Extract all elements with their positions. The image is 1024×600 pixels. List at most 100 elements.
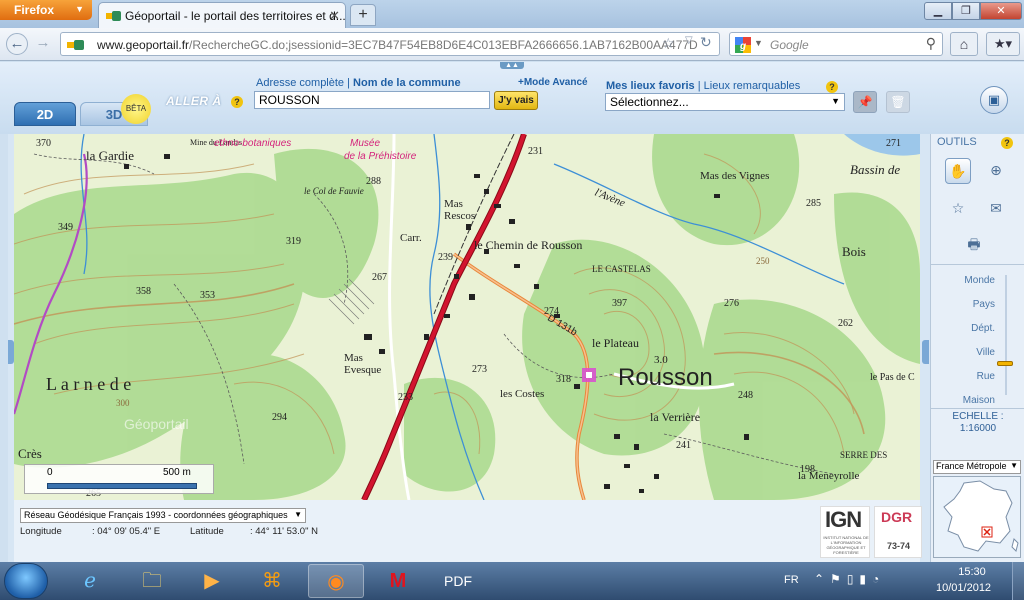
close-icon[interactable]: ✕ xyxy=(329,8,340,24)
scale-zero: 0 xyxy=(47,467,53,478)
window-minimize-button[interactable]: ▁ xyxy=(924,2,952,20)
echelle-value: 1:16000 xyxy=(959,423,997,434)
adresse-complete-link[interactable]: Adresse complète xyxy=(256,77,344,89)
dgr-logo[interactable]: DGR 73-74 xyxy=(874,506,922,558)
pan-hand-icon[interactable]: ✋ xyxy=(945,158,971,184)
new-tab-button[interactable]: + xyxy=(350,4,376,26)
system-tray-icons[interactable]: ⌃⚑▯▮◔ xyxy=(814,572,885,586)
show-desktop-button[interactable] xyxy=(1012,562,1024,600)
search-icon[interactable]: ⚲ xyxy=(926,35,936,52)
clock-date[interactable]: 10/01/2012 xyxy=(936,582,991,594)
overview-minimap[interactable] xyxy=(933,476,1021,558)
back-button[interactable]: ← xyxy=(6,33,28,55)
window-restore-button[interactable]: ❐ xyxy=(952,2,980,20)
window-close-button[interactable]: ✕ xyxy=(980,2,1022,20)
zoom-level-maison[interactable]: Maison xyxy=(931,395,995,406)
elevation-label: 370 xyxy=(36,138,51,149)
ign-logo[interactable]: IGN INSTITUT NATIONAL DE L'INFORMATION G… xyxy=(820,506,870,558)
elevation-label: 248 xyxy=(738,390,753,401)
map-label-cres: Crès xyxy=(18,446,42,461)
map-label-col-fauvie: le Col de Fauvie xyxy=(304,186,364,196)
map-label-plateau: le Plateau xyxy=(592,336,639,350)
clock-time[interactable]: 15:30 xyxy=(952,566,992,578)
map-label-mas-vignes: Mas des Vignes xyxy=(700,170,770,182)
language-indicator[interactable]: FR xyxy=(784,574,799,586)
zoom-slider-thumb[interactable] xyxy=(997,361,1013,366)
latitude-label: Latitude xyxy=(190,526,224,537)
elevation-label: 267 xyxy=(372,272,387,283)
network-app-icon[interactable]: ⌘ xyxy=(244,564,300,598)
window-display-icon[interactable]: ▣ xyxy=(980,86,1008,114)
pdf-document-icon[interactable]: PDF xyxy=(430,564,486,598)
zoom-level-rue[interactable]: Rue xyxy=(931,371,995,382)
forward-button[interactable]: → xyxy=(32,33,54,55)
zoom-level-monde[interactable]: Monde xyxy=(931,275,995,286)
url-domain: www.geoportail.fr xyxy=(97,38,190,52)
bookmarks-menu-button[interactable]: ★▾ xyxy=(986,32,1020,56)
nom-commune-link[interactable]: Nom de la commune xyxy=(353,77,461,89)
outils-panel: OUTILS ? ✋ ⊕ ☆ ✉ 🖶 Monde Pays Dépt. Vill… xyxy=(930,134,1024,562)
chevron-down-icon[interactable]: ▼ xyxy=(754,38,763,48)
place-search-input[interactable] xyxy=(254,91,490,109)
firefox-menu-button[interactable]: Firefox ▼ xyxy=(0,0,92,20)
help-icon[interactable]: ? xyxy=(826,81,838,93)
right-panel-toggle[interactable] xyxy=(922,340,929,364)
trash-icon[interactable]: 🗑 xyxy=(886,91,910,113)
mes-lieux-favoris-link[interactable]: Mes lieux favoris xyxy=(606,80,695,92)
browser-tab-geoportail[interactable]: Géoportail - le portail des territoires … xyxy=(98,2,346,28)
pin-icon[interactable]: 📌 xyxy=(853,91,877,113)
region-value: France Métropole xyxy=(936,461,1007,471)
reload-icon[interactable]: ↻ xyxy=(700,34,712,51)
zoom-level-scale[interactable]: Monde Pays Dépt. Ville Rue Maison xyxy=(931,264,1024,406)
history-dropdown-icon[interactable]: ▽ xyxy=(685,35,693,46)
firefox-icon[interactable]: ◉ xyxy=(308,564,364,598)
topographic-map[interactable]: la Gardie Mine du Landas ethno-botanique… xyxy=(14,134,920,500)
elevation-label: 233 xyxy=(398,392,413,403)
map-watermark: Géoportail xyxy=(124,416,189,432)
print-icon[interactable]: 🖶 xyxy=(961,232,987,258)
site-identity-icon[interactable] xyxy=(67,39,85,51)
firefox-menu-label: Firefox xyxy=(14,3,55,17)
search-bar[interactable]: g ▼ Google ⚲ xyxy=(729,32,943,56)
coordinates-panel: Réseau Géodésique Français 1993 - coordo… xyxy=(14,500,922,562)
mail-icon[interactable]: ✉ xyxy=(983,196,1009,222)
go-button[interactable]: J'y vais xyxy=(494,91,538,110)
projection-value: Réseau Géodésique Français 1993 - coordo… xyxy=(24,510,288,520)
elevation-label: 349 xyxy=(58,222,73,233)
url-bar[interactable]: www.geoportail.fr/RechercheGC.do;jsessio… xyxy=(60,32,720,56)
star-icon[interactable]: ☆ xyxy=(945,196,971,222)
beta-badge: BÊTA xyxy=(121,94,151,124)
lieux-remarquables-link[interactable]: Lieux remarquables xyxy=(704,80,801,92)
windows-start-button[interactable] xyxy=(4,563,48,599)
browser-titlebar: Firefox ▼ Géoportail - le portail des te… xyxy=(0,0,1024,28)
map-label-mas-rescos: Mas Rescos xyxy=(444,198,476,222)
media-player-icon[interactable]: ▶ xyxy=(184,564,240,598)
geoportail-favicon xyxy=(106,11,121,21)
longitude-value: : 04° 09' 05.4" E xyxy=(92,526,161,537)
zoom-level-pays[interactable]: Pays xyxy=(931,299,995,310)
search-placeholder: Google xyxy=(770,38,809,52)
internet-explorer-icon[interactable]: ℯ xyxy=(62,564,118,598)
mcafee-icon[interactable]: M xyxy=(370,564,426,598)
zoom-level-dept[interactable]: Dépt. xyxy=(931,323,995,334)
elevation-label: 231 xyxy=(528,146,543,157)
chevron-down-icon: ▼ xyxy=(1010,461,1018,470)
tab-2d[interactable]: 2D xyxy=(14,102,76,126)
favoris-select[interactable]: Sélectionnez... ▼ xyxy=(605,93,845,111)
google-icon[interactable]: g xyxy=(735,37,751,53)
bookmark-star-icon[interactable]: ☆ xyxy=(662,35,675,52)
region-select[interactable]: France Métropole ▼ xyxy=(933,460,1021,474)
zoom-level-ville[interactable]: Ville xyxy=(931,347,995,358)
chevron-down-icon: ▼ xyxy=(831,96,840,106)
zoom-track[interactable] xyxy=(1005,275,1007,395)
help-icon[interactable]: ? xyxy=(1001,137,1013,149)
collapse-header-icon[interactable]: ▲▲ xyxy=(500,62,524,69)
home-button[interactable]: ⌂ xyxy=(950,32,978,56)
folder-icon[interactable]: 🗀 xyxy=(124,564,180,598)
projection-select[interactable]: Réseau Géodésique Français 1993 - coordo… xyxy=(20,508,306,523)
help-icon[interactable]: ? xyxy=(231,96,243,108)
zoom-box-icon[interactable]: ⊕ xyxy=(983,158,1009,184)
elevation-label: 273 xyxy=(472,364,487,375)
mode-avance-link[interactable]: +Mode Avancé xyxy=(518,77,588,88)
france-outline-icon xyxy=(943,480,1019,552)
